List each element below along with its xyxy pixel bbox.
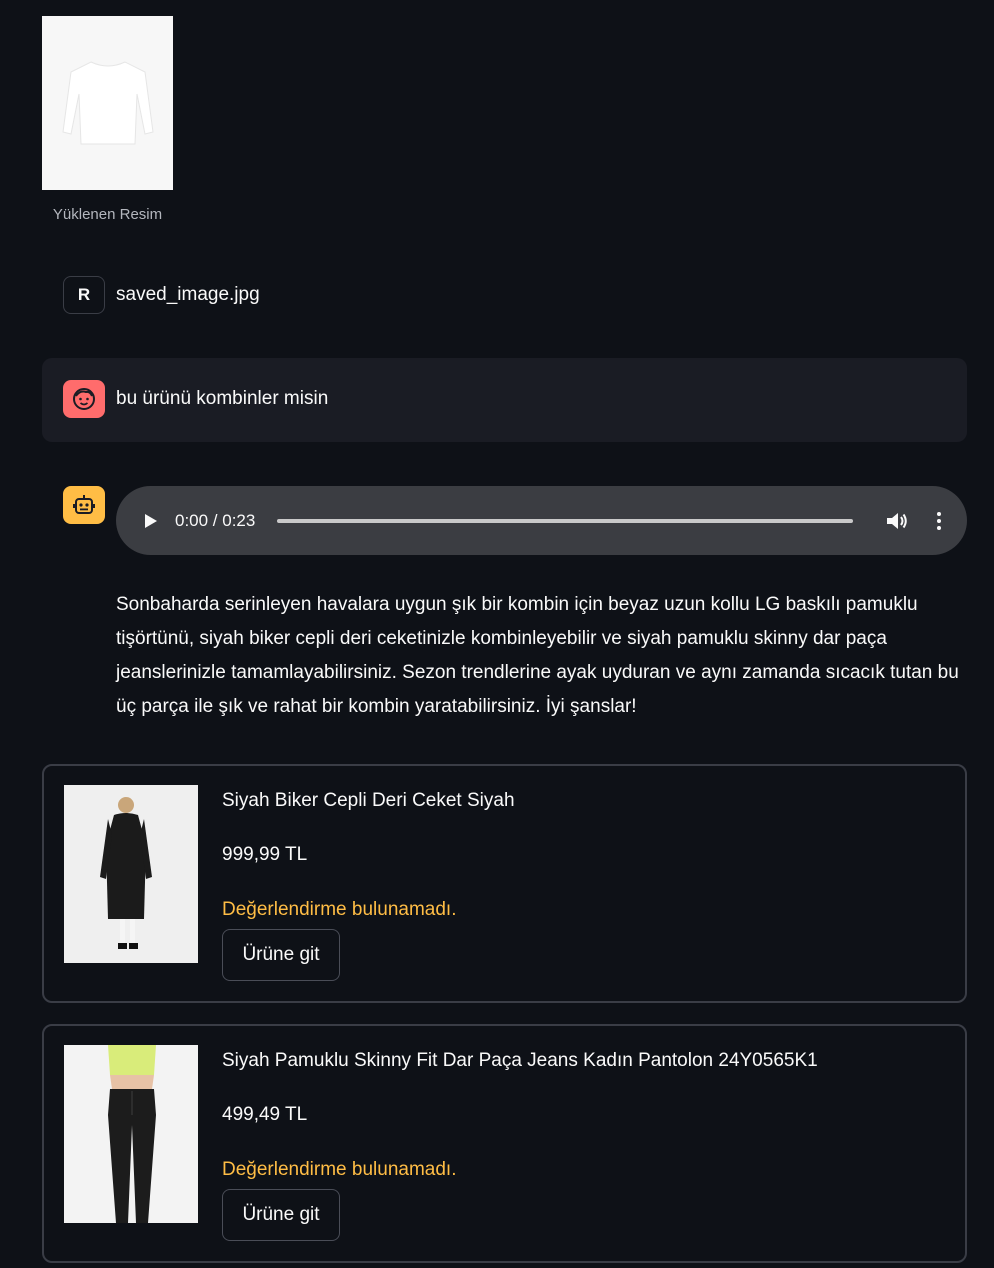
- robot-icon: [73, 495, 95, 514]
- product-title: Siyah Pamuklu Skinny Fit Dar Paça Jeans …: [222, 1050, 818, 1071]
- audio-player: 0:00 / 0:23: [116, 486, 967, 555]
- product-title: Siyah Biker Cepli Deri Ceket Siyah: [222, 790, 515, 811]
- user-message-text: bu ürünü kombinler misin: [116, 388, 329, 409]
- user-message: bu ürünü kombinler misin: [63, 380, 328, 418]
- user-avatar: [63, 380, 105, 418]
- audio-time: 0:00 / 0:23: [175, 510, 256, 530]
- product-image-leather-coat: [64, 785, 198, 963]
- smiley-face-icon: [73, 388, 95, 410]
- product-price: 999,99 TL: [222, 844, 308, 865]
- product-card: Siyah Biker Cepli Deri Ceket Siyah 999,9…: [42, 764, 967, 1003]
- product-price: 499,49 TL: [222, 1104, 308, 1125]
- product-card: Siyah Pamuklu Skinny Fit Dar Paça Jeans …: [42, 1024, 967, 1263]
- product-rating: Değerlendirme bulunamadı.: [222, 899, 457, 920]
- go-to-product-button[interactable]: Ürüne git: [222, 1189, 340, 1241]
- uploaded-image-caption: Yüklenen Resim: [52, 206, 163, 223]
- white-shirt-image: [61, 61, 154, 145]
- audio-progress-slider[interactable]: [277, 518, 853, 523]
- go-to-product-button[interactable]: Ürüne git: [222, 929, 340, 981]
- volume-icon[interactable]: [885, 510, 909, 532]
- audio-more-options-icon[interactable]: [937, 511, 941, 530]
- assistant-answer-text: Sonbaharda serinleyen havalara uygun şık…: [116, 594, 959, 717]
- r-avatar: R: [63, 276, 105, 314]
- uploaded-image: [42, 16, 173, 190]
- play-icon[interactable]: [143, 512, 159, 530]
- product-rating: Değerlendirme bulunamadı.: [222, 1159, 457, 1180]
- file-message: R saved_image.jpg: [63, 276, 260, 314]
- file-name-text: saved_image.jpg: [116, 284, 260, 305]
- product-image-skinny-jeans: [64, 1045, 198, 1223]
- bot-avatar: [63, 486, 105, 524]
